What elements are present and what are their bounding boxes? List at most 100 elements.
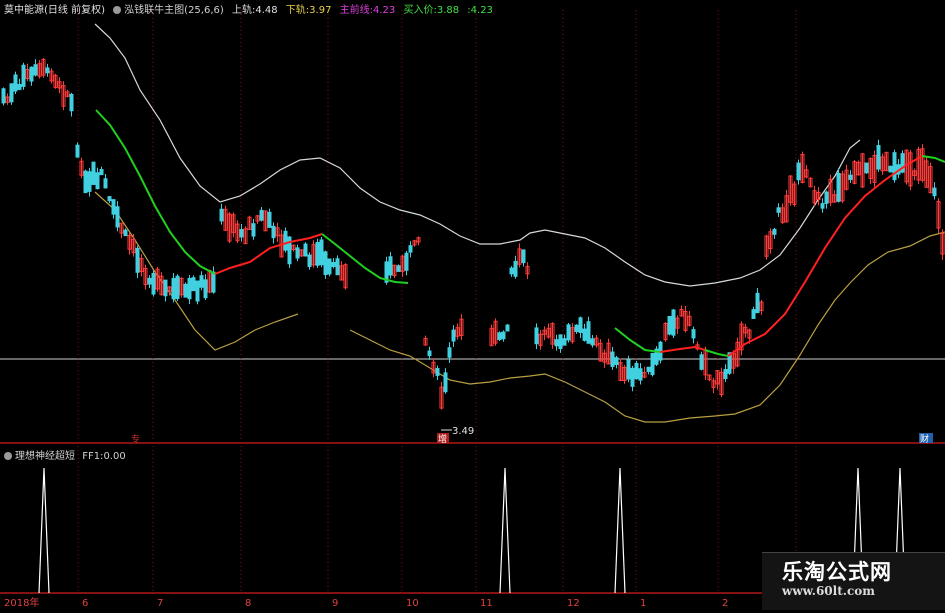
candle-down: [820, 203, 825, 209]
event-marker-label: 增: [438, 433, 447, 445]
signal-spike: [38, 467, 50, 594]
candle-down: [259, 209, 264, 221]
candle-down: [590, 338, 595, 346]
candle-down: [630, 367, 635, 387]
candle-down: [650, 352, 655, 376]
candle-down: [123, 229, 128, 237]
candle-down: [671, 309, 676, 336]
candle-down: [17, 84, 22, 90]
sub-indicator-name[interactable]: 理想神经超短: [4, 451, 75, 462]
candle-down: [163, 279, 168, 297]
candle-down: [404, 252, 409, 271]
candle-down: [864, 162, 869, 174]
candle-down: [691, 329, 696, 339]
candle-down: [21, 64, 26, 87]
x-axis-tick-label: 2018年: [4, 596, 39, 609]
candle-down: [501, 331, 506, 340]
candle-down: [876, 145, 881, 170]
candle-down: [586, 321, 591, 344]
candle-down: [610, 351, 615, 367]
grid-layer: [0, 10, 945, 594]
candle-down: [396, 265, 401, 272]
candle-down: [824, 191, 829, 204]
candle-down: [848, 174, 853, 180]
x-axis-tick-label: 6: [82, 598, 88, 609]
lower-band-line: [349, 231, 945, 423]
low-price-label: 3.49: [452, 426, 474, 437]
candle-down: [408, 245, 413, 253]
candle-down: [87, 171, 92, 192]
candle-down: [219, 208, 224, 222]
candle-down: [239, 229, 244, 238]
candle-down: [427, 350, 432, 357]
lower-band-readout: 下轨:3.97: [285, 5, 332, 16]
candle-down: [447, 347, 452, 358]
candle-down: [251, 223, 256, 237]
candle-down: [327, 258, 332, 275]
candle-down: [534, 327, 539, 345]
candle-down: [29, 66, 34, 82]
candle-down: [183, 283, 188, 298]
candle-down: [295, 247, 300, 259]
candle-down: [566, 324, 571, 341]
candle-down: [91, 161, 96, 185]
x-axis-tick-label: 1: [640, 598, 646, 609]
candle-down: [932, 187, 937, 197]
x-axis-tick-label: 10: [406, 598, 419, 609]
candle-down: [331, 261, 336, 267]
candle-down: [9, 83, 14, 103]
candle-down: [513, 260, 518, 277]
ff1-readout: FF1:0.00: [82, 451, 126, 462]
candle-down: [776, 207, 781, 213]
candle-down: [99, 169, 104, 176]
candle-down: [755, 292, 760, 314]
buy-price-readout: 买入价:3.88: [403, 5, 460, 16]
candle-down: [115, 206, 120, 228]
candle-down: [95, 172, 100, 190]
band-layer: [94, 23, 945, 423]
candle-down: [335, 258, 340, 276]
candle-down: [505, 324, 510, 332]
candle-down: [75, 144, 80, 158]
candle-down: [646, 366, 651, 373]
candle-down: [772, 228, 777, 235]
sub-header: 理想神经超短 FF1:0.00: [4, 447, 130, 462]
main-line-readout: 主前线:4.23: [339, 5, 396, 16]
indicator-name[interactable]: 泓钱联牛主图(25,6,6): [113, 5, 224, 16]
candle-down: [667, 315, 672, 335]
candle-down: [796, 162, 801, 181]
candle-down: [271, 225, 276, 239]
x-axis-tick-label: 7: [157, 598, 163, 609]
upper-band-line: [94, 23, 861, 287]
candle-down: [171, 277, 176, 300]
x-axis-tick-label: 12: [567, 598, 580, 609]
candle-down: [45, 67, 50, 74]
candle-down: [13, 74, 18, 92]
candle-down: [151, 272, 156, 295]
stock-title[interactable]: 莫中能源(日线 前复权): [4, 5, 105, 16]
extra-readout: :4.23: [467, 5, 493, 16]
candle-down: [315, 242, 320, 266]
candle-down: [175, 275, 180, 299]
candle-down: [319, 239, 324, 266]
settings-dot-icon[interactable]: [113, 6, 122, 14]
signal-spike: [499, 467, 511, 594]
candle-down: [191, 277, 196, 292]
settings-dot-icon[interactable]: [4, 452, 12, 460]
candle-down: [1, 88, 6, 104]
candle-down: [699, 354, 704, 370]
candle-down: [187, 277, 192, 300]
chart-stage: 2018年 6 7 8 9 10 11 12 1 2 3.49 增专财 莫中能源(日线 前复权) 泓钱…: [0, 0, 945, 610]
candle-down: [111, 199, 116, 215]
price-chart: 2018年 6 7 8 9 10 11 12 1 23.49增专财: [0, 10, 945, 609]
candle-down: [435, 368, 440, 376]
event-marker-label: 财: [920, 433, 929, 445]
x-axis-tick-label: 2: [722, 598, 728, 609]
event-marker-label: 专: [131, 433, 140, 445]
candle-down: [888, 165, 893, 173]
candle-down: [892, 152, 897, 181]
candle-down: [723, 369, 728, 380]
x-axis-tick-label: 9: [332, 598, 338, 609]
candle-down: [103, 178, 108, 189]
signal-spike: [614, 467, 626, 594]
